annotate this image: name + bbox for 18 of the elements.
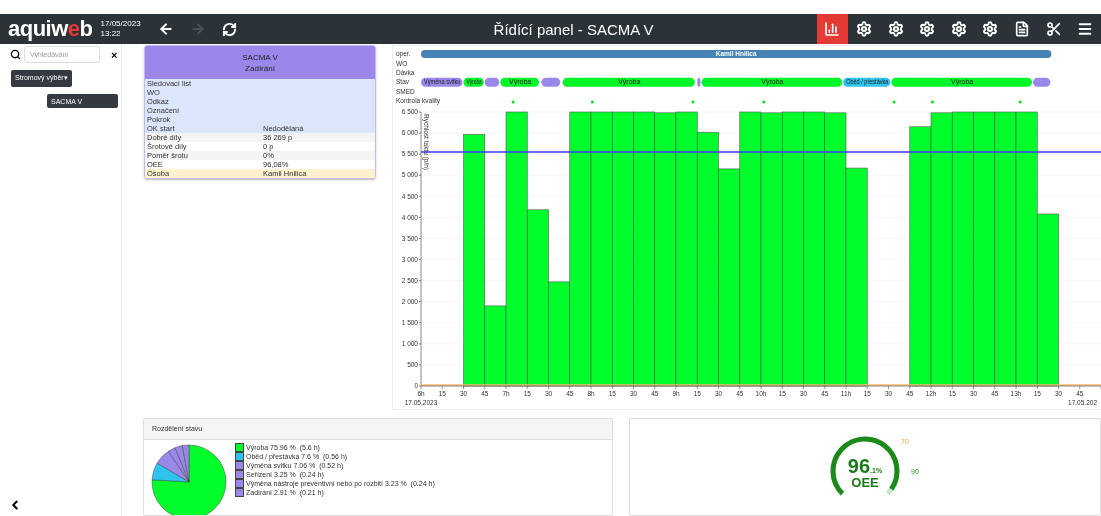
quality-check-dot — [762, 100, 766, 104]
oee-label: OEE — [851, 475, 879, 490]
time-text: 13:22 — [100, 29, 122, 39]
window-title: Řídící panel - SACMA V — [492, 20, 655, 38]
gauge-arc — [830, 436, 900, 496]
quality-check-dot — [691, 100, 695, 104]
quality-check-dot — [892, 100, 896, 104]
quality-check-dot — [1018, 100, 1022, 104]
date-text: 17/05/2023 — [100, 19, 142, 29]
bar-chart-icon[interactable] — [816, 14, 849, 44]
quality-check-dot — [511, 100, 515, 104]
search-icon — [10, 49, 21, 60]
logo: aquiweb — [8, 16, 93, 42]
machine-state: Zadírání — [245, 62, 275, 74]
clear-button[interactable]: × — [111, 48, 118, 61]
quality-check-dot — [930, 100, 934, 104]
machine-name: SACMA V — [242, 51, 278, 63]
quality-check-dot — [590, 100, 594, 104]
